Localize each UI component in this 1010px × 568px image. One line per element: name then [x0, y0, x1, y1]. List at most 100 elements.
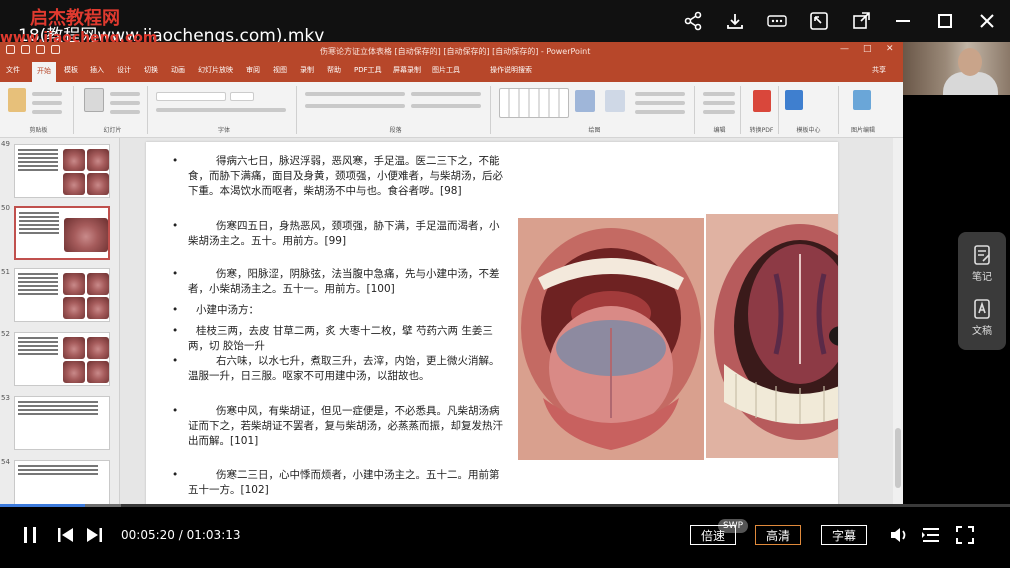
ppt-tab: 操作说明搜索: [490, 66, 532, 74]
ribbon-group-image-edit: 图片编辑: [843, 86, 883, 134]
volume-button[interactable]: [888, 523, 910, 547]
next-button[interactable]: [84, 523, 104, 547]
slide-scrollbar[interactable]: [893, 138, 903, 504]
player-controls: 00:05:20 / 01:03:13 SWP 倍速 高清 字幕: [0, 507, 1010, 568]
ribbon-group-clipboard: 剪贴板: [4, 86, 74, 134]
ppt-tab: 插入: [90, 66, 104, 74]
slide-thumbnail-pane: 49 50 51 52 53 54: [0, 138, 120, 504]
ppt-tab: 审阅: [246, 66, 260, 74]
ppt-share-label: 共享: [872, 66, 886, 74]
ppt-tab: 录制: [300, 66, 314, 74]
fullscreen-icon: [956, 526, 974, 544]
ppt-tab: 视图: [273, 66, 287, 74]
popout-icon[interactable]: [850, 10, 872, 32]
volume-icon: [891, 528, 906, 542]
ppt-tab-active: 开始: [32, 62, 56, 82]
speed-button[interactable]: 倍速: [690, 525, 736, 545]
side-tools-panel: 笔记 文稿: [958, 232, 1006, 350]
template-icon: [785, 90, 803, 110]
ribbon-group-paragraph: 段落: [301, 86, 491, 134]
slide-paragraph: • 得病六七日，脉迟浮弱，恶风寒，手足温。医二三下之，不能食，而胁下满痛，面目及…: [172, 155, 503, 197]
slide-workspace: 49 50 51 52 53 54 • 得病六七日，脉迟浮弱，恶风寒，手足温。医…: [0, 138, 903, 504]
share-icon[interactable]: [682, 10, 704, 32]
total-time: 01:03:13: [186, 528, 241, 542]
quick-access-toolbar: [6, 45, 60, 54]
pdf-icon: [753, 90, 771, 112]
slide-paragraph: • 右六味，以水七升，煮取三升，去滓，内饴，更上微火消解。温服一升，日三服。呕家…: [172, 355, 500, 382]
more-icon[interactable]: [766, 10, 788, 32]
video-frame[interactable]: 伤寒论方证立体表格 [自动保存的] [自动保存的] [自动保存的] - Powe…: [0, 42, 903, 504]
ppt-window-title: 伤寒论方证立体表格 [自动保存的] [自动保存的] [自动保存的] - Powe…: [320, 47, 591, 56]
slide-thumbnail[interactable]: [14, 332, 110, 386]
ppt-tab: 文件: [6, 66, 20, 74]
fullscreen-button[interactable]: [954, 523, 976, 547]
paste-icon: [8, 88, 26, 112]
time-separator: /: [178, 528, 183, 542]
thumb-number: 54: [1, 458, 10, 466]
ppt-window-controls: — □ ✕: [840, 44, 894, 54]
download-icon[interactable]: [724, 10, 746, 32]
playlist-icon: [922, 528, 939, 542]
slide-paragraph: • 小建中汤方：: [172, 304, 259, 316]
ppt-tab: 设计: [117, 66, 131, 74]
top-bar: 启杰教程网 18(教程网www.jiaochengs.com).mkv www.…: [0, 0, 1010, 46]
slide-paragraph: • 伤寒中风，有柴胡证，但见一症便是，不必悉具。凡柴胡汤病证而下之，若柴胡证不罢…: [172, 405, 503, 447]
webcam-overlay: [903, 42, 1010, 95]
thumb-number: 53: [1, 394, 10, 402]
ppt-ribbon-tabs: 文件 开始 模板 插入 设计 切换 动画 幻灯片放映 审阅 视图 录制 帮助 P…: [0, 60, 903, 82]
ppt-tab: 屏幕录制: [393, 66, 421, 74]
new-slide-icon: [84, 88, 104, 112]
ppt-tab: 幻灯片放映: [198, 66, 233, 74]
ribbon-group-slides: 幻灯片: [78, 86, 148, 134]
playlist-button[interactable]: [920, 523, 942, 547]
minimize-icon[interactable]: [892, 10, 914, 32]
slide-thumbnail[interactable]: [14, 460, 110, 504]
ppt-tab: 切换: [144, 66, 158, 74]
tongue-photo-top: [518, 218, 704, 460]
thumb-number: 49: [1, 140, 10, 148]
ribbon-group-font: 字体: [152, 86, 297, 134]
quality-button[interactable]: 高清: [755, 525, 801, 545]
slide-canvas[interactable]: • 得病六七日，脉迟浮弱，恶风寒，手足温。医二三下之，不能食，而胁下满痛，面目及…: [146, 142, 838, 504]
pause-button[interactable]: [20, 523, 40, 547]
arrange-icon: [575, 90, 595, 112]
ppt-tab: 图片工具: [432, 66, 460, 74]
ppt-tab: PDF工具: [354, 66, 382, 74]
slide-thumbnail[interactable]: [14, 396, 110, 450]
current-time: 00:05:20: [121, 528, 175, 542]
video-player: 启杰教程网 18(教程网www.jiaochengs.com).mkv www.…: [0, 0, 1010, 568]
pip-icon[interactable]: [808, 10, 830, 32]
time-display: 00:05:20 / 01:03:13: [121, 528, 241, 542]
ppt-ribbon: 剪贴板 幻灯片 字体 段落 绘图 编辑 转换PDF 模板中心 图片编辑: [0, 82, 903, 138]
subtitle-button[interactable]: 字幕: [821, 525, 867, 545]
maximize-icon[interactable]: [934, 10, 956, 32]
ribbon-group-pdf: 转换PDF: [745, 86, 779, 134]
skip-next-icon: [87, 528, 102, 542]
slide-thumbnail-selected[interactable]: [14, 206, 110, 260]
slide-paragraph: • 伤寒，阳脉涩，阴脉弦，法当腹中急痛，先与小建中汤，不差者，小柴胡汤主之。五十…: [172, 268, 500, 295]
ribbon-group-editing: 编辑: [699, 86, 741, 134]
slide-thumbnail[interactable]: [14, 144, 110, 198]
ppt-tab: 动画: [171, 66, 185, 74]
thumb-number: 52: [1, 330, 10, 338]
ribbon-group-template-label: 模板中心: [796, 86, 839, 134]
transcript-icon: [974, 299, 990, 319]
quick-styles-icon: [605, 90, 625, 112]
slide-paragraph: • 伤寒四五日，身热恶风，颈项强，胁下满，手足温而渴者，小柴胡汤主之。五十。用前…: [172, 220, 500, 247]
ppt-tab: 模板: [64, 66, 78, 74]
ribbon-group-drawing: 绘图: [495, 86, 695, 134]
close-icon[interactable]: [976, 10, 998, 32]
ppt-tab: 帮助: [327, 66, 341, 74]
transcript-button[interactable]: 文稿: [958, 298, 1006, 337]
thumb-number: 50: [1, 204, 10, 212]
ppt-title-bar: 伤寒论方证立体表格 [自动保存的] [自动保存的] [自动保存的] - Powe…: [0, 42, 903, 60]
previous-button[interactable]: [56, 523, 76, 547]
skip-previous-icon: [58, 528, 73, 542]
tongue-photo-bottom: [706, 214, 838, 458]
slide-thumbnail[interactable]: [14, 268, 110, 322]
notes-button[interactable]: 笔记: [958, 244, 1006, 283]
slide-paragraph: • 伤寒二三日，心中悸而烦者，小建中汤主之。五十二。用前第五十一方。[102]: [172, 469, 500, 496]
image-edit-icon: [853, 90, 871, 110]
pause-icon: [24, 527, 36, 543]
shapes-gallery: [499, 88, 569, 118]
